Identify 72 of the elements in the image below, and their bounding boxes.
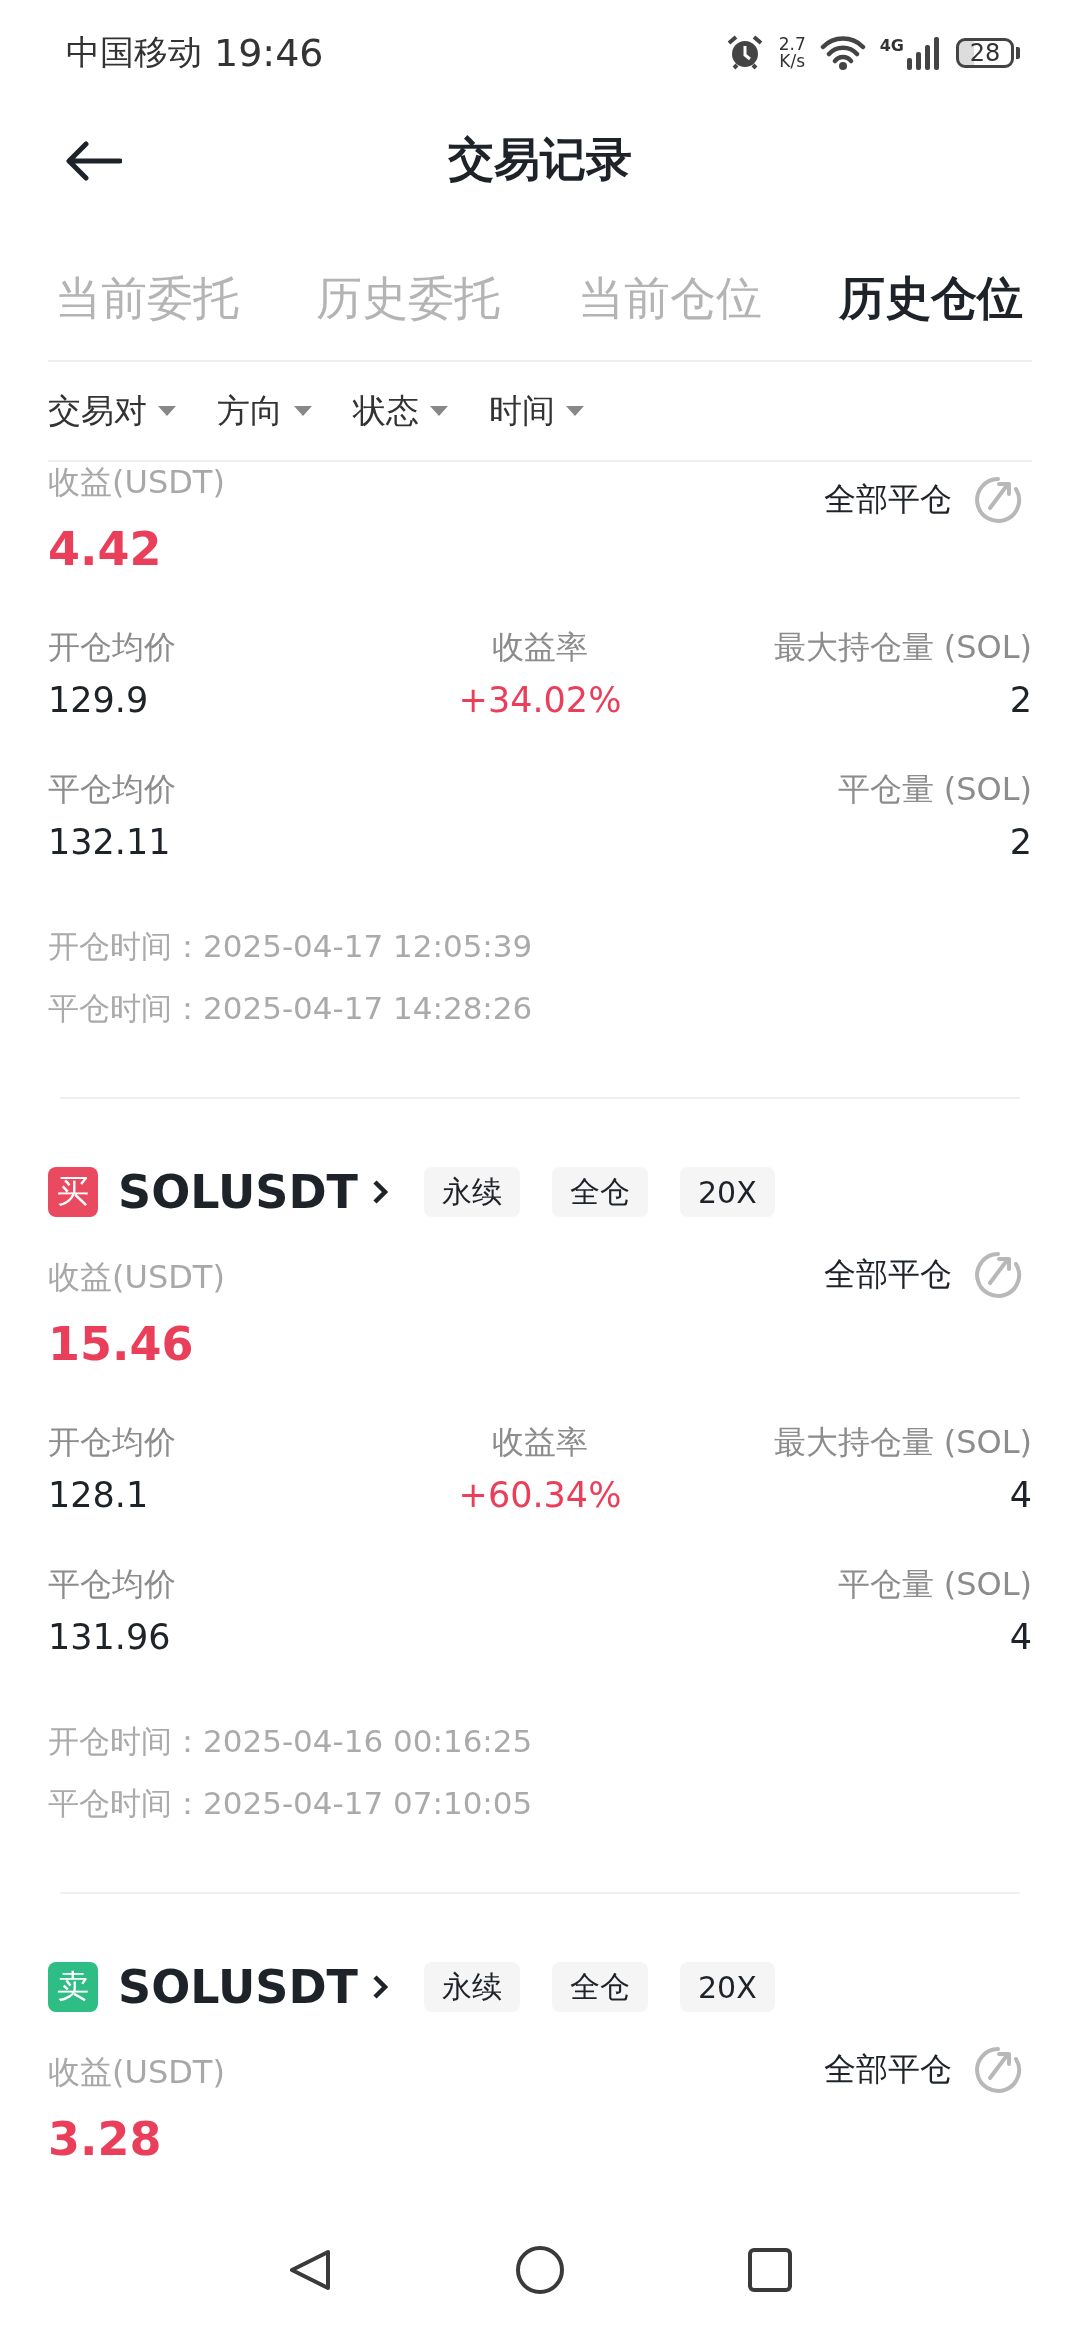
time-label: 平仓时间： <box>48 989 203 1028</box>
tag: 永续 <box>423 1962 520 2012</box>
roi-value: +60.34% <box>458 1474 622 1517</box>
filter-dropdown[interactable]: 时间 <box>489 388 585 434</box>
time-label: 开仓时间： <box>48 1722 203 1761</box>
caret-down-icon <box>157 405 177 417</box>
time-value: 2025-04-16 00:16:25 <box>203 1722 533 1761</box>
tag: 全仓 <box>551 1962 648 2012</box>
symbol-link[interactable]: SOLUSDT <box>118 1165 388 1219</box>
home-icon <box>514 2246 566 2294</box>
pnl-label: 收益(USDT) <box>48 1257 225 1297</box>
back-arrow-icon <box>66 141 122 181</box>
time-value: 2025-04-17 07:10:05 <box>203 1784 533 1823</box>
side-badge: 买 <box>48 1167 98 1217</box>
tag: 20X <box>679 1962 775 2012</box>
network-type: 4G <box>879 35 904 55</box>
filter-dropdown[interactable]: 状态 <box>353 388 449 434</box>
pnl-label: 收益(USDT) <box>48 462 225 502</box>
stat-label: 平仓均价 <box>48 769 177 810</box>
time-value: 2025-04-17 12:05:39 <box>203 927 533 966</box>
stat-value: 2 <box>1009 679 1032 722</box>
close-all-button[interactable]: 全部平仓 <box>824 476 1022 524</box>
tag: 全仓 <box>551 1167 648 1217</box>
pnl-value: 3.28 <box>48 2111 163 2168</box>
arrow-circle-icon <box>974 1251 1022 1299</box>
stat-label: 开仓均价 <box>48 627 177 668</box>
stat-label: 开仓均价 <box>48 1422 177 1463</box>
arrow-circle-icon <box>974 2046 1022 2094</box>
time-value: 2025-04-17 14:28:26 <box>203 989 533 1028</box>
filter-dropdown[interactable]: 方向 <box>217 388 313 434</box>
carrier-name: 中国移动 <box>66 30 202 74</box>
stat-value: 4 <box>1009 1616 1032 1659</box>
time-label: 开仓时间： <box>48 927 203 966</box>
stat-value: 4 <box>1009 1474 1032 1517</box>
stat-label: 收益率 <box>492 627 588 668</box>
arrow-circle-icon <box>974 476 1022 524</box>
stat-label: 收益率 <box>492 1422 588 1463</box>
stat-value: 2 <box>1009 821 1032 864</box>
caret-down-icon <box>293 405 313 417</box>
tag: 永续 <box>423 1167 520 1217</box>
stat-label: 平仓量 (SOL) <box>837 769 1032 810</box>
signal-icon <box>906 35 942 70</box>
speed-value: 2.7 <box>778 35 806 53</box>
symbol-link[interactable]: SOLUSDT <box>118 1960 388 2014</box>
side-badge: 卖 <box>48 1962 98 2012</box>
clock-time: 19:46 <box>214 30 324 75</box>
stat-label: 平仓量 (SOL) <box>837 1564 1032 1605</box>
close-all-button[interactable]: 全部平仓 <box>824 1251 1022 1299</box>
filter-dropdown[interactable]: 交易对 <box>48 388 177 434</box>
chevron-right-icon <box>371 1974 388 2000</box>
stat-value: 131.96 <box>48 1616 172 1659</box>
battery-level: 28 <box>956 37 1014 68</box>
stat-label: 最大持仓量 (SOL) <box>773 1422 1032 1463</box>
pnl-value: 4.42 <box>48 521 163 578</box>
chevron-right-icon <box>371 1179 388 1205</box>
tab[interactable]: 历史仓位 <box>839 267 1023 330</box>
stat-value: 129.9 <box>48 679 150 722</box>
pnl-value: 15.46 <box>48 1316 195 1373</box>
close-all-button[interactable]: 全部平仓 <box>824 2046 1022 2094</box>
stat-label: 平仓均价 <box>48 1564 177 1605</box>
stat-value: 128.1 <box>48 1474 150 1517</box>
stat-label: 最大持仓量 (SOL) <box>773 627 1032 668</box>
tag: 20X <box>679 1167 775 1217</box>
wifi-icon <box>819 34 866 71</box>
caret-down-icon <box>565 405 585 417</box>
time-label: 平仓时间： <box>48 1784 203 1823</box>
caret-down-icon <box>429 405 449 417</box>
speed-unit: K/s <box>779 52 806 70</box>
roi-value: +34.02% <box>458 679 622 722</box>
pnl-label: 收益(USDT) <box>48 2052 225 2092</box>
stat-value: 132.11 <box>48 821 172 864</box>
page-title: 交易记录 <box>448 131 632 188</box>
